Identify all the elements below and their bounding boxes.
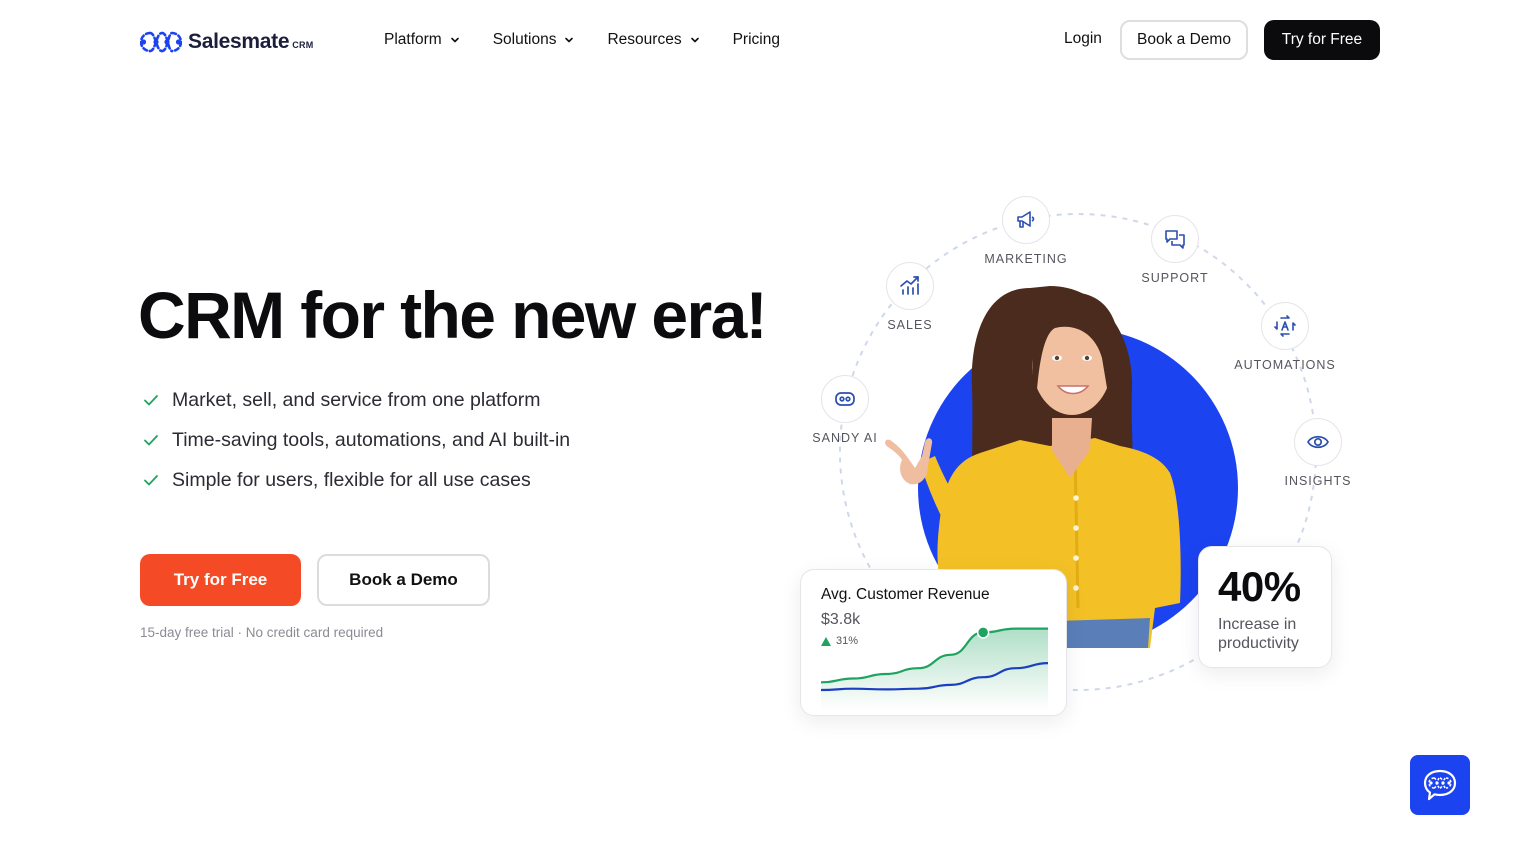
try-free-button[interactable]: Try for Free: [140, 554, 301, 606]
nav-pricing[interactable]: Pricing: [733, 31, 780, 49]
feature-icon-ring: [1002, 196, 1050, 244]
try-free-header-button[interactable]: Try for Free: [1264, 20, 1380, 60]
automation-cycle-icon: [1274, 315, 1296, 337]
book-demo-button[interactable]: Book a Demo: [317, 554, 490, 606]
feature-label: AUTOMATIONS: [1234, 358, 1336, 372]
chat-widget-button[interactable]: [1410, 755, 1470, 815]
nav-resources-label: Resources: [607, 31, 682, 48]
trial-note: 15-day free trial · No credit card requi…: [140, 625, 384, 640]
nav-platform[interactable]: Platform: [384, 31, 460, 49]
benefit-item: Time-saving tools, automations, and AI b…: [142, 420, 570, 460]
check-icon: [144, 395, 158, 406]
highlight-point: [976, 626, 990, 639]
login-link[interactable]: Login: [1064, 30, 1102, 48]
feature-label: INSIGHTS: [1284, 474, 1352, 488]
nav-solutions-label: Solutions: [492, 31, 557, 48]
feature-icon-ring: [1261, 302, 1309, 350]
feature-sales[interactable]: SALES: [850, 262, 970, 332]
feature-icon-ring: [1151, 215, 1199, 263]
bot-icon: [835, 392, 855, 406]
benefit-text: Time-saving tools, automations, and AI b…: [172, 428, 571, 451]
feature-label: SANDY AI: [812, 431, 878, 445]
benefit-text: Simple for users, flexible for all use c…: [172, 468, 531, 491]
logo[interactable]: Salesmate CRM: [140, 28, 314, 54]
main-nav: Platform Solutions Resources Pricing: [384, 28, 813, 52]
eye-icon: [1307, 435, 1329, 449]
megaphone-icon: [1017, 211, 1035, 228]
check-icon: [144, 475, 158, 486]
revenue-delta: 31%: [821, 635, 858, 647]
nav-solutions[interactable]: Solutions: [493, 31, 575, 49]
logo-wordmark: Salesmate: [188, 30, 290, 53]
benefit-item: Simple for users, flexible for all use c…: [142, 460, 570, 500]
nav-pricing-label: Pricing: [732, 31, 780, 48]
chevron-down-icon: [690, 37, 699, 43]
chat-bot-icon: [1423, 769, 1457, 801]
productivity-stat-card: 40% Increase in productivity: [1198, 546, 1332, 668]
chevron-down-icon: [450, 37, 459, 43]
feature-label: SUPPORT: [1141, 271, 1209, 285]
trend-up-icon: [821, 636, 831, 646]
growth-chart-icon: [900, 276, 919, 295]
stat-value: 40%: [1218, 563, 1301, 610]
site-header: Salesmate CRM Platform Solutions Resourc…: [0, 0, 1520, 80]
feature-support[interactable]: SUPPORT: [1115, 215, 1235, 285]
check-icon: [144, 435, 158, 446]
feature-icon-ring: [821, 375, 869, 423]
stat-label: Increase in productivity: [1218, 616, 1299, 652]
revenue-value: $3.8k: [821, 611, 861, 628]
nav-platform-label: Platform: [384, 31, 442, 48]
book-demo-header-button[interactable]: Book a Demo: [1120, 20, 1248, 60]
hero-headline: CRM for the new era!: [138, 278, 768, 352]
feature-label: SALES: [887, 318, 933, 332]
benefit-text: Market, sell, and service from one platf…: [172, 388, 541, 411]
feature-icon-ring: [886, 262, 934, 310]
feature-insights[interactable]: INSIGHTS: [1258, 418, 1378, 488]
revenue-delta-value: 31%: [836, 635, 859, 647]
revenue-card: Avg. Customer Revenue $3.8k 31%: [800, 569, 1067, 716]
feature-sandy-ai[interactable]: SANDY AI: [785, 375, 905, 445]
feature-marketing[interactable]: MARKETING: [966, 196, 1086, 266]
nav-resources[interactable]: Resources: [607, 31, 699, 49]
benefit-item: Market, sell, and service from one platf…: [142, 380, 570, 420]
feature-icon-ring: [1294, 418, 1342, 466]
salesmate-logo-icon: [140, 31, 182, 53]
feature-label: MARKETING: [984, 252, 1068, 266]
feature-automations[interactable]: AUTOMATIONS: [1225, 302, 1345, 372]
chevron-down-icon: [565, 37, 574, 43]
revenue-card-title: Avg. Customer Revenue: [821, 586, 990, 603]
logo-suffix: CRM: [292, 40, 314, 50]
chat-bubbles-icon: [1165, 230, 1185, 249]
hero-benefits-list: Market, sell, and service from one platf…: [142, 380, 570, 500]
